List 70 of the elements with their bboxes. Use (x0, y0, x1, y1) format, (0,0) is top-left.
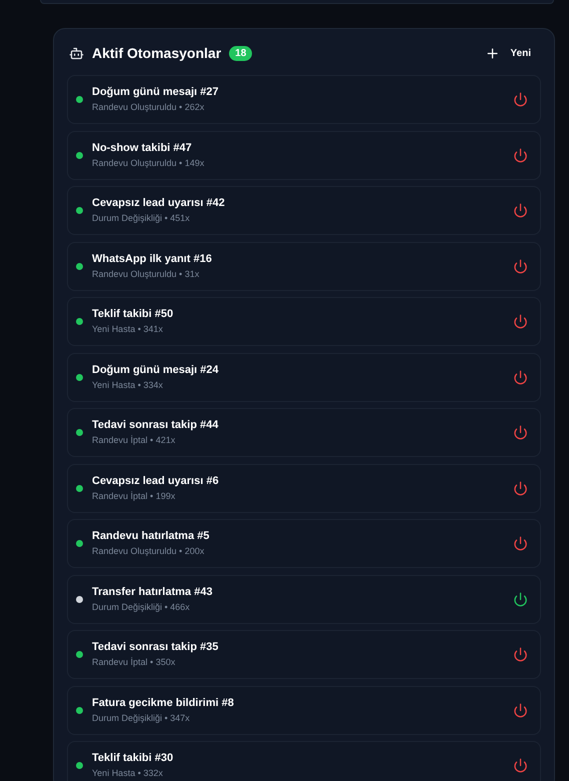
automation-name: Tedavi sonrası takip #44 (92, 419, 218, 432)
automation-detail: Randevu Oluşturuldu • 31x (92, 268, 200, 280)
automation-row[interactable]: Tedavi sonrası takip #44 Randevu İptal • 421x (67, 408, 541, 457)
power-button[interactable] (513, 480, 528, 496)
automation-row[interactable]: Fatura gecikme bildirimi #8 Durum Değişikliği • 347x (67, 686, 541, 734)
automation-detail: Yeni Hasta • 334x (92, 380, 164, 390)
power-icon (513, 148, 528, 162)
automation-row[interactable]: No-show takibi #47 Randevu Oluşturuldu • 149x (67, 130, 541, 180)
automation-detail: Randevu Oluşturuldu • 262x (92, 102, 206, 113)
automation-name: Teklif takibi #50 (92, 308, 174, 321)
automation-detail: Yeni Hasta • 341x (92, 324, 164, 335)
automation-row[interactable]: Cevapsız lead uyarısı #6 Randevu İptal • 199x (67, 464, 541, 512)
automation-row[interactable]: Tedavi sonrası takip #35 Randevu İptal • 350x (67, 630, 541, 679)
automation-name: No-show takibi #47 (92, 142, 193, 154)
power-icon (513, 92, 528, 107)
automation-name: Randevu hatırlatma #5 (92, 530, 210, 543)
power-button[interactable] (513, 758, 528, 773)
power-button[interactable] (513, 647, 528, 662)
automation-detail: Randevu Oluşturuldu • 200x (92, 546, 206, 557)
automation-row[interactable]: Doğum günü mesajı #24 Yeni Hasta • 334x (67, 352, 541, 402)
power-icon (513, 203, 528, 218)
automation-row[interactable]: Cevapsız lead uyarısı #42 Durum Değişikliği • 451x (67, 186, 541, 235)
power-button[interactable] (513, 702, 528, 718)
automation-row[interactable]: Doğum günü mesajı #27 Randevu Oluşturuldu • 262x (67, 75, 541, 124)
automation-detail: Randevu İptal • 421x (92, 435, 176, 446)
power-icon (513, 702, 528, 718)
automation-row[interactable]: WhatsApp ilk yanıt #16 Randevu Oluşturuldu • 31x (67, 242, 541, 290)
power-icon (513, 592, 528, 606)
automation-name: Tedavi sonrası takip #35 (92, 641, 218, 654)
power-button[interactable] (513, 425, 528, 440)
automation-detail: Randevu Oluşturuldu • 149x (92, 158, 204, 168)
automation-row[interactable]: Teklif takibi #50 Yeni Hasta • 341x (67, 297, 541, 346)
automation-detail: Durum Değişikliği • 347x (92, 712, 191, 724)
power-button[interactable] (513, 370, 528, 384)
automation-name: Cevapsız lead uyarısı #6 (92, 474, 219, 488)
power-button[interactable] (513, 536, 528, 551)
power-button[interactable] (513, 92, 528, 107)
power-icon (513, 480, 528, 496)
power-icon (513, 647, 528, 662)
power-icon (513, 258, 528, 274)
plus-icon (485, 46, 500, 60)
automation-name: Transfer hatırlatma #43 (92, 586, 212, 598)
automation-detail: Durum Değişikliği • 466x (92, 602, 191, 612)
power-icon (513, 536, 528, 551)
robot-icon (69, 46, 84, 60)
power-icon (513, 314, 528, 329)
count-badge: 18 (229, 46, 252, 60)
power-button[interactable] (513, 203, 528, 218)
power-button[interactable] (513, 314, 528, 329)
automation-detail: Randevu İptal • 350x (92, 657, 176, 668)
automation-name: WhatsApp ilk yanıt #16 (92, 252, 212, 266)
power-icon (513, 758, 528, 773)
new-button[interactable]: Yeni (485, 46, 531, 60)
automation-row[interactable]: Teklif takibi #30 Yeni Hasta • 332x (67, 741, 541, 781)
automation-name: Cevapsız lead uyarısı #42 (92, 197, 225, 210)
automation-detail: Yeni Hasta • 332x (92, 768, 164, 779)
automation-detail: Durum Değişikliği • 451x (92, 213, 191, 224)
automation-row[interactable]: Randevu hatırlatma #5 Randevu Oluşturuldu • 200x (67, 519, 541, 568)
automation-name: Doğum günü mesajı #27 (92, 86, 219, 99)
power-button[interactable] (513, 148, 528, 162)
automation-name: Teklif takibi #30 (92, 752, 174, 765)
automation-row[interactable]: Transfer hatırlatma #43 Durum Değişikliği • 466x (67, 574, 541, 624)
automation-detail: Randevu İptal • 199x (92, 490, 176, 502)
power-icon (513, 370, 528, 384)
power-icon (513, 425, 528, 440)
power-button[interactable] (513, 592, 528, 606)
automation-name: Fatura gecikme bildirimi #8 (92, 696, 234, 710)
power-button[interactable] (513, 258, 528, 274)
automation-name: Doğum günü mesajı #24 (92, 364, 219, 376)
panel-title: Aktif Otomasyonlar (92, 44, 222, 63)
